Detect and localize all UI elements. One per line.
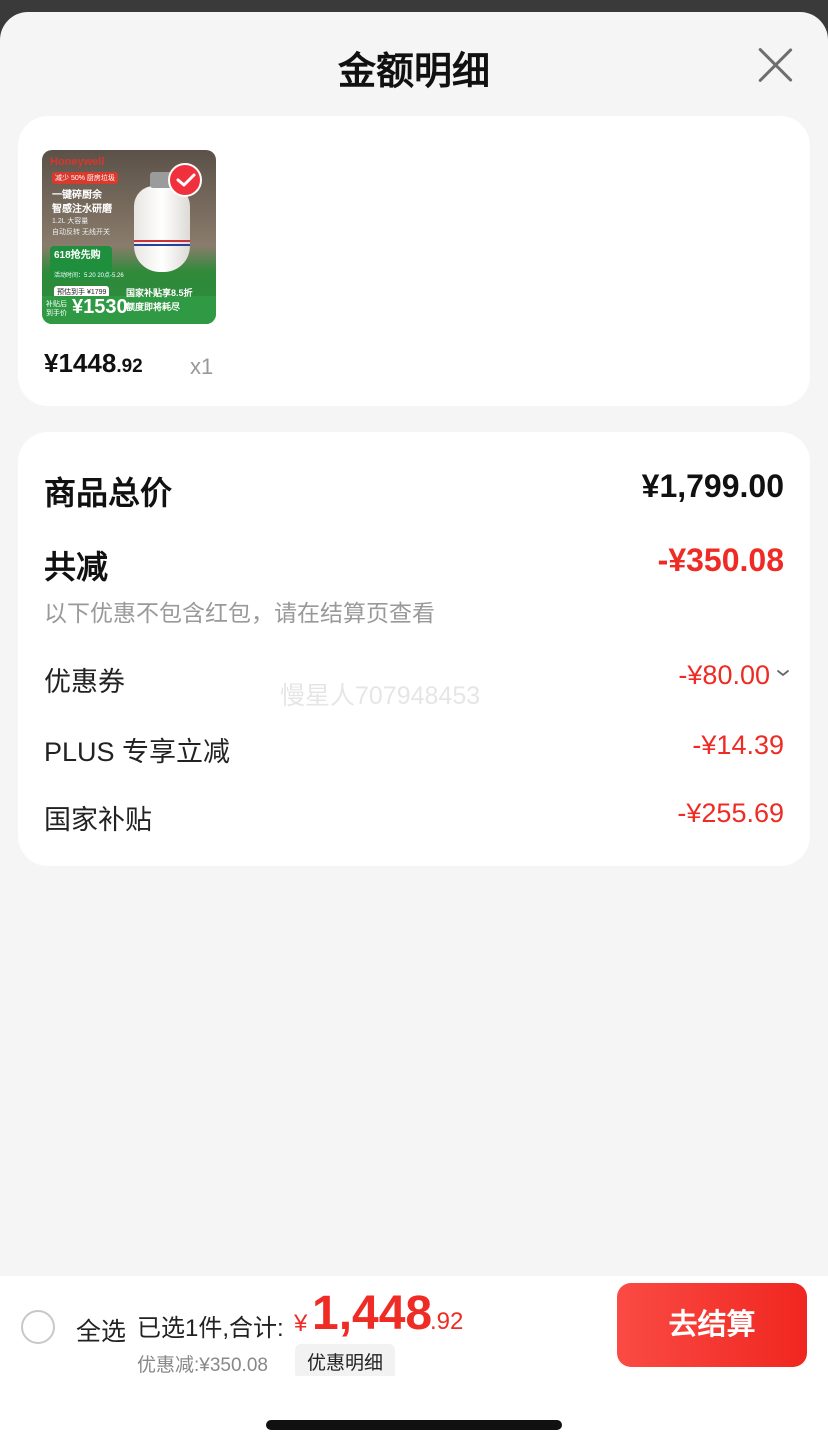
checkout-bar: 全选 已选1件,合计: ¥ 1,448 .92 优惠减:¥350.08 优惠明细…	[0, 1276, 828, 1379]
selected-check-icon[interactable]	[168, 163, 202, 197]
discount-details-button[interactable]: 优惠明细	[295, 1344, 396, 1379]
checkout-button[interactable]: 去结算	[617, 1283, 807, 1367]
total-integer: 1,448	[312, 1287, 433, 1340]
garbage-disposer-image	[134, 172, 190, 272]
saved-amount: 优惠减:¥350.08	[137, 1355, 268, 1376]
home-indicator[interactable]	[266, 1420, 562, 1430]
subsidy-value: -¥255.69	[677, 798, 784, 828]
price-decimal: .92	[116, 356, 143, 377]
device-stripe-red	[134, 240, 190, 242]
subsidy-text: 国家补贴享8.5折	[126, 288, 193, 298]
thumbnail-brand: Honeywell	[50, 156, 105, 168]
select-all-radio[interactable]	[21, 1310, 55, 1344]
thumbnail-subheadline: 智感注水研磨	[52, 204, 112, 215]
plus-label: PLUS 专享立减	[44, 737, 231, 767]
promo-text: 618抢先购	[54, 250, 101, 261]
subsidy-label: 国家补贴	[44, 805, 152, 835]
product-card: Honeywell 减少 50% 厨房垃圾 一键碎厨余 智感注水研磨 1.2L …	[18, 116, 810, 406]
sheet-header: 金额明细	[0, 12, 828, 116]
price-detail-card: 商品总价 ¥1,799.00 共减 -¥350.08 以下优惠不包含红包，请在结…	[18, 432, 810, 866]
close-icon[interactable]	[756, 46, 794, 84]
total-currency: ¥	[294, 1310, 308, 1337]
amount-detail-sheet: 金额明细 Honeywell 减少 50% 厨房垃圾 一键碎厨余 智感注水研磨 …	[0, 12, 828, 1448]
final-price-label: 补贴后 到手价	[46, 301, 67, 317]
chevron-down-icon[interactable]	[776, 666, 790, 680]
product-quantity: x1	[190, 354, 214, 379]
sheet-title: 金额明细	[337, 51, 490, 93]
promo-time: 活动时间：5.20 20点-5.26	[54, 273, 124, 279]
thumbnail-feature-1: 1.2L 大容量	[52, 218, 89, 225]
selected-count: 已选1件,合计:	[137, 1315, 284, 1342]
total-price-label: 商品总价	[44, 475, 173, 511]
total-decimal: .92	[430, 1308, 464, 1335]
watermark: 慢星人707948453	[280, 682, 481, 710]
reduction-label: 共减	[44, 549, 109, 585]
coupon-value: -¥80.00	[678, 660, 770, 690]
home-indicator-area	[0, 1376, 828, 1448]
product-price: ¥1448.92	[44, 348, 143, 379]
coupon-label: 优惠券	[44, 667, 125, 697]
plus-value: -¥14.39	[692, 730, 784, 760]
device-stripe-blue	[134, 244, 190, 246]
price-integer: ¥1448	[44, 348, 117, 378]
select-all-label[interactable]: 全选	[76, 1312, 126, 1348]
total-price-value: ¥1,799.00	[641, 468, 784, 504]
thumbnail-feature-2: 自动反转 无线开关	[52, 229, 110, 236]
limit-text: 额度即将耗尽	[126, 302, 181, 312]
final-price: ¥1530	[72, 296, 128, 318]
thumbnail-headline: 一键碎厨余	[52, 190, 102, 201]
thumbnail-tag: 减少 50% 厨房垃圾	[52, 172, 118, 184]
reduction-note: 以下优惠不包含红包，请在结算页查看	[44, 600, 435, 626]
reduction-value: -¥350.08	[657, 542, 784, 578]
